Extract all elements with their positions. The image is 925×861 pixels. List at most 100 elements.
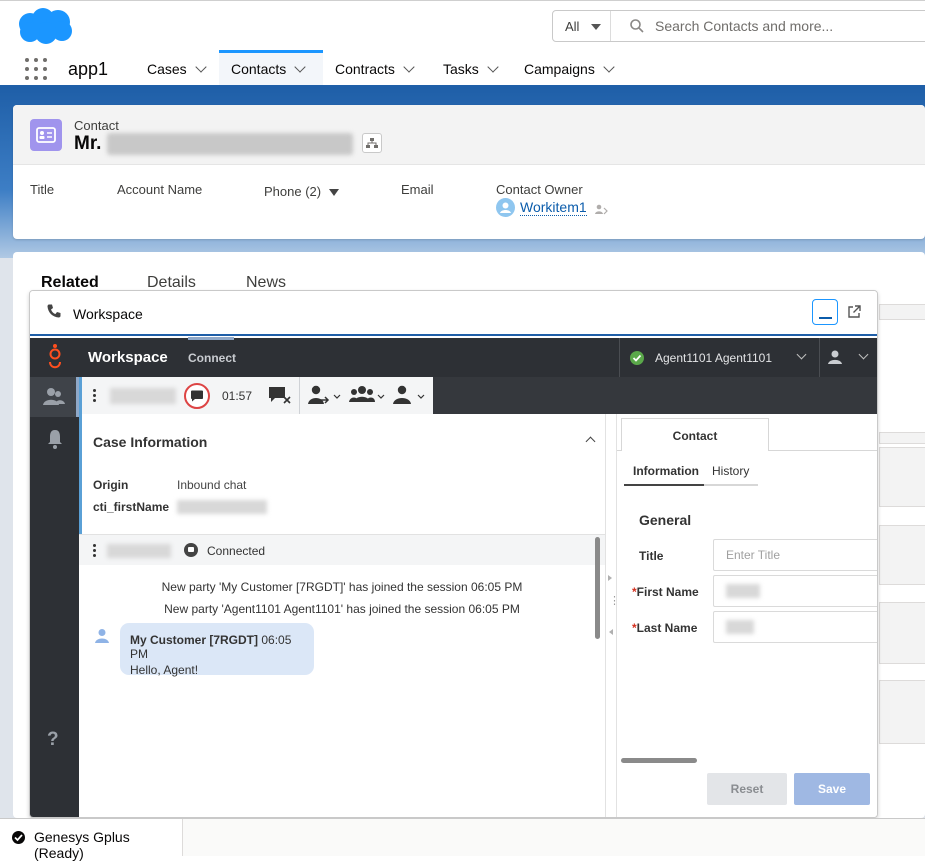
chat-transcript: Connected New party 'My Customer [7RGDT]… [79, 534, 605, 817]
more-actions-icon[interactable] [93, 544, 96, 557]
hierarchy-button[interactable] [362, 133, 382, 153]
contact-icon [30, 119, 62, 151]
chevron-down-icon[interactable] [294, 61, 306, 73]
global-header: All [0, 0, 925, 50]
nav-tab-contacts[interactable]: Contacts [219, 50, 323, 85]
redacted-last-name [726, 620, 754, 634]
bell-icon[interactable] [45, 428, 65, 450]
workspace-titlebar: Workspace [30, 291, 877, 336]
subtab-underline [624, 484, 758, 486]
app-name: app1 [68, 59, 109, 79]
redacted-name [107, 133, 353, 155]
nav-tab-contracts[interactable]: Contracts [335, 50, 425, 85]
chevron-down-icon [796, 349, 807, 360]
phone-icon [47, 304, 61, 318]
background-list-row [879, 304, 925, 320]
search-input[interactable] [655, 14, 915, 38]
redacted-chat-id [107, 544, 171, 558]
user-menu[interactable] [819, 338, 877, 377]
save-button[interactable]: Save [794, 773, 870, 805]
workspace-title: Workspace [73, 306, 143, 322]
chat-icon [184, 543, 198, 557]
chevron-down-icon[interactable] [487, 61, 499, 73]
minimize-icon [819, 317, 832, 319]
genesys-utility-item[interactable]: Genesys Gplus (Ready) [0, 819, 183, 861]
background-list-row [879, 447, 925, 507]
message-sender: My Customer [7RGDT] [130, 633, 259, 647]
subtab-history[interactable]: History [712, 464, 749, 478]
genesys-side-rail: ? [30, 377, 79, 817]
global-search: All [552, 10, 925, 42]
chevron-down-icon[interactable] [403, 61, 415, 73]
tab-connect[interactable]: Connect [188, 351, 236, 365]
hierarchy-icon [366, 138, 378, 148]
genesys-logo-icon [49, 344, 61, 369]
help-icon[interactable]: ? [47, 729, 59, 751]
change-owner-icon[interactable] [594, 202, 608, 216]
record-type: Contact [74, 118, 119, 133]
contact-owner-link[interactable]: Workitem1 [520, 199, 587, 216]
chat-status: Connected [207, 544, 266, 558]
tab-contact[interactable]: Contact [621, 418, 769, 451]
message-header: My Customer [7RGDT] 06:05 PM [130, 633, 304, 661]
collapse-chevron-icon[interactable] [585, 436, 596, 447]
first-name-label: *First Name [632, 585, 699, 599]
background-list-row [879, 602, 925, 664]
workspace-panel: Workspace Workspace Connect Agent1101 Ag… [29, 290, 878, 818]
field-label-account-name: Account Name [117, 182, 203, 197]
nav-tab-label: Cases [147, 61, 187, 77]
record-header: Contact Mr. [13, 105, 925, 165]
phone-dropdown[interactable]: Phone (2) [264, 184, 339, 199]
chevron-down-icon[interactable] [195, 61, 207, 73]
end-chat-icon[interactable] [267, 384, 293, 406]
expand-right-icon[interactable] [608, 575, 612, 581]
consult-icon[interactable] [390, 384, 426, 406]
caret-down-icon [591, 24, 601, 30]
interaction-header: 01:57 [79, 377, 433, 414]
horizontal-scrollbar[interactable] [621, 758, 697, 763]
popout-icon[interactable] [846, 304, 862, 320]
field-label-email: Email [401, 182, 434, 197]
last-name-label-text: Last Name [636, 621, 698, 635]
search-scope-label: All [565, 19, 580, 34]
chevron-down-icon [858, 349, 869, 360]
salesforce-logo-icon[interactable] [16, 7, 74, 45]
ready-check-icon [12, 831, 25, 844]
system-message: New party 'My Customer [7RGDT]' has join… [161, 580, 523, 594]
nav-tab-campaigns[interactable]: Campaigns [524, 50, 624, 85]
first-name-label-text: First Name [636, 585, 699, 599]
system-message: New party 'Agent1101 Agent1101' has join… [164, 602, 520, 616]
subtab-information[interactable]: Information [633, 464, 699, 478]
interaction-toolbar: 01:57 [79, 377, 877, 414]
agent-status-dropdown[interactable]: Agent1101 Agent1101 [619, 338, 819, 377]
redacted-firstname [177, 500, 267, 514]
chevron-down-icon[interactable] [603, 61, 615, 73]
expand-left-icon[interactable] [609, 629, 613, 635]
transfer-icon[interactable] [306, 384, 342, 406]
genesys-header: Workspace Connect Agent1101 Agent1101 [30, 337, 877, 377]
rail-item-interactions[interactable] [30, 377, 79, 417]
app-launcher-icon[interactable] [25, 58, 47, 80]
field-label-title: Title [30, 182, 55, 197]
interaction-timer: 01:57 [222, 389, 253, 403]
nav-tab-label: Tasks [443, 61, 479, 77]
title-label: Title [639, 549, 664, 563]
search-scope-dropdown[interactable]: All [553, 11, 611, 41]
case-information-panel: Case Information Origin Inbound chat cti… [79, 414, 605, 534]
nav-tab-cases[interactable]: Cases [147, 50, 217, 85]
panel-splitter[interactable]: ⋮⋮ [605, 414, 631, 817]
reset-button[interactable]: Reset [707, 773, 787, 805]
chat-scrollbar[interactable] [595, 537, 600, 639]
nav-tab-label: Campaigns [524, 61, 595, 77]
last-name-label: *Last Name [632, 621, 698, 635]
field-label-phone: Phone (2) [264, 184, 322, 199]
more-actions-icon[interactable] [93, 389, 96, 402]
title-input[interactable] [713, 539, 877, 571]
nav-tab-tasks[interactable]: Tasks [443, 50, 513, 85]
search-icon [630, 19, 644, 33]
minimize-button[interactable] [812, 299, 838, 325]
agent-name: Agent1101 Agent1101 [655, 351, 772, 365]
case-information-title: Case Information [93, 434, 208, 450]
background-list-row [879, 525, 925, 585]
conference-icon[interactable] [348, 384, 386, 406]
